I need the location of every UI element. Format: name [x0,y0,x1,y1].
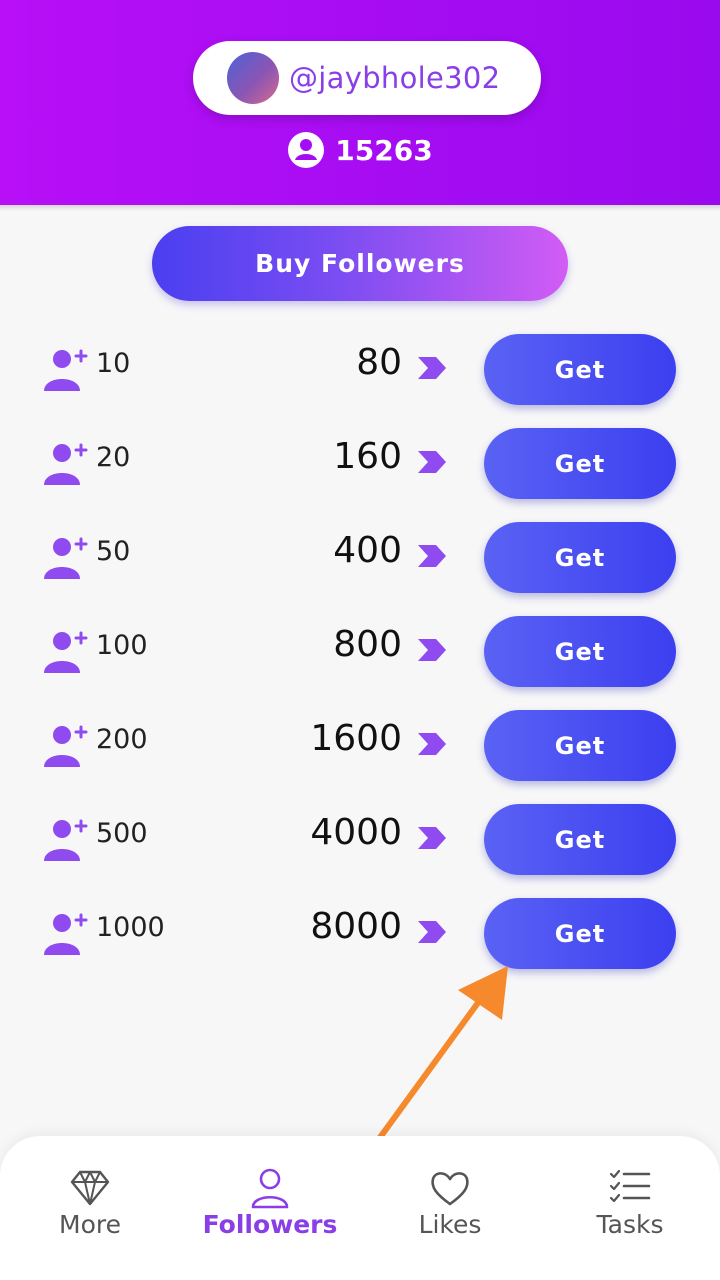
chevron-right-icon [418,733,446,755]
add-follower-icon [44,443,88,485]
package-row: 200 1600 Get [0,710,720,804]
nav-followers[interactable]: Followers [180,1136,360,1280]
checklist-icon [609,1169,651,1203]
coin-balance: 15263 [0,128,720,172]
price: 160 [333,436,402,477]
chevron-right-icon [418,451,446,473]
package-row: 50 400 Get [0,522,720,616]
add-follower-icon [44,349,88,391]
follower-count: 1000 [96,912,165,943]
avatar [227,52,279,104]
add-follower-icon [44,631,88,673]
get-button[interactable]: Get [484,898,676,969]
follower-count: 500 [96,818,148,849]
nav-tasks[interactable]: Tasks [540,1136,720,1280]
add-follower-icon [44,819,88,861]
diamond-icon [70,1170,110,1206]
chevron-right-icon [418,921,446,943]
nav-label-followers: Followers [202,1210,338,1239]
bottom-navigation: More Followers Likes Tasks [0,1136,720,1280]
header: @jaybhole302 15263 [0,0,720,205]
coin-count: 15263 [335,133,433,167]
username: @jaybhole302 [289,61,501,95]
add-follower-icon [44,537,88,579]
nav-more[interactable]: More [0,1136,180,1280]
package-row: 10 80 Get [0,334,720,428]
person-icon [251,1168,289,1209]
price: 1600 [310,718,402,759]
package-row: 20 160 Get [0,428,720,522]
chevron-right-icon [418,357,446,379]
get-button[interactable]: Get [484,334,676,405]
package-row: 500 4000 Get [0,804,720,898]
get-button[interactable]: Get [484,804,676,875]
price: 400 [333,530,402,571]
nav-label-likes: Likes [418,1210,482,1239]
add-follower-icon [44,725,88,767]
nav-label-more: More [59,1210,121,1239]
chevron-right-icon [418,545,446,567]
follower-count: 200 [96,724,148,755]
follower-count: 20 [96,442,131,473]
price: 800 [333,624,402,665]
follower-count: 10 [96,348,131,379]
price: 80 [356,342,402,383]
user-circle-icon [288,132,325,168]
user-pill[interactable]: @jaybhole302 [193,41,541,115]
buy-followers-button[interactable]: Buy Followers [152,226,568,301]
price: 8000 [310,906,402,947]
chevron-right-icon [418,827,446,849]
package-row: 100 800 Get [0,616,720,710]
get-button[interactable]: Get [484,522,676,593]
get-button[interactable]: Get [484,616,676,687]
nav-likes[interactable]: Likes [360,1136,540,1280]
follower-count: 100 [96,630,148,661]
chevron-right-icon [418,639,446,661]
package-row: 1000 8000 Get [0,898,720,992]
get-button[interactable]: Get [484,710,676,781]
price: 4000 [310,812,402,853]
header-shadow [0,205,720,211]
add-follower-icon [44,913,88,955]
get-button[interactable]: Get [484,428,676,499]
nav-label-tasks: Tasks [596,1210,664,1239]
follower-count: 50 [96,536,131,567]
heart-icon [431,1172,469,1206]
